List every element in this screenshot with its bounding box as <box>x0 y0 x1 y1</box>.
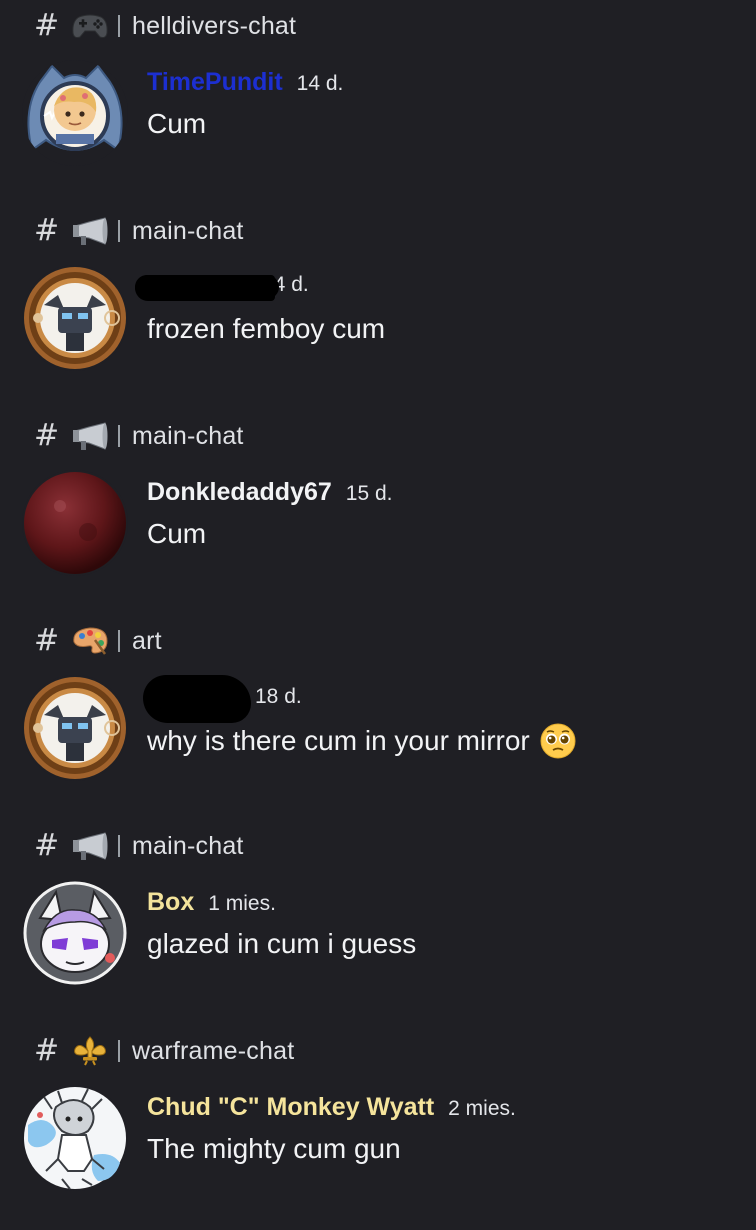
message-text: why is there cum in your mirror <box>147 725 530 756</box>
loudspeaker-icon <box>70 213 110 249</box>
channel-link[interactable]: # main-chat <box>34 828 244 864</box>
hashtag-icon: # <box>34 828 60 863</box>
channel-name: main-chat <box>132 216 244 245</box>
separator <box>118 425 120 447</box>
separator <box>118 630 120 652</box>
avatar[interactable] <box>22 675 128 781</box>
timestamp: 1 mies. <box>208 892 276 915</box>
message-header: 18 d. <box>255 685 302 719</box>
message-text: Cum <box>147 108 207 139</box>
message-content: frozen femboy cum <box>147 313 385 345</box>
message-content: Cum <box>147 108 206 140</box>
avatar[interactable] <box>22 1085 128 1191</box>
avatar[interactable] <box>22 880 128 986</box>
hashtag-icon: # <box>34 213 60 248</box>
message-content: glazed in cum i guess <box>147 928 416 960</box>
separator <box>118 220 120 242</box>
separator <box>118 15 120 37</box>
fleur-de-lis-icon <box>70 1033 110 1069</box>
loudspeaker-icon <box>70 828 110 864</box>
avatar[interactable] <box>22 60 128 166</box>
channel-link[interactable]: # warframe-chat <box>34 1033 294 1069</box>
separator <box>118 835 120 857</box>
message-text: frozen femboy cum <box>147 313 386 344</box>
hashtag-icon: # <box>34 1033 60 1068</box>
username[interactable]: Donkledaddy67 <box>147 478 332 507</box>
channel-link[interactable]: # helldivers-chat <box>34 8 296 44</box>
channel-link[interactable]: # main-chat <box>34 213 244 249</box>
message-header: Chud "C" Monkey Wyatt 2 mies. <box>147 1093 516 1127</box>
avatar[interactable] <box>22 470 128 576</box>
message-text: glazed in cum i guess <box>147 928 417 959</box>
redaction-overlay <box>135 275 279 299</box>
timestamp: 15 d. <box>345 482 393 505</box>
search-result-item[interactable]: # main-chat <box>0 205 756 410</box>
search-result-item[interactable]: # main-chat <box>0 410 756 615</box>
hashtag-icon: # <box>34 418 60 453</box>
channel-name: warframe-chat <box>132 1036 295 1065</box>
video-game-controller-icon <box>70 8 110 44</box>
channel-link[interactable]: # art <box>34 623 162 659</box>
channel-name: helldivers-chat <box>132 11 297 40</box>
message-text: The mighty cum gun <box>147 1133 401 1164</box>
message-content: Cum <box>147 518 206 550</box>
channel-name: art <box>132 626 162 655</box>
channel-link[interactable]: # main-chat <box>34 418 244 454</box>
username[interactable]: TimePundit <box>147 68 283 97</box>
channel-name: main-chat <box>132 421 244 450</box>
message-text: Cum <box>147 518 207 549</box>
channel-name: main-chat <box>132 831 244 860</box>
redaction-overlay <box>143 675 251 723</box>
search-result-item[interactable]: # art 18 d. why is there cum in your mir… <box>0 615 756 820</box>
message-header: Donkledaddy67 15 d. <box>147 478 393 512</box>
search-result-item[interactable]: # warframe-chat Chud "C" Monkey Wyatt 2 … <box>0 1025 756 1230</box>
loudspeaker-icon <box>70 418 110 454</box>
message-content: The mighty cum gun <box>147 1133 401 1165</box>
search-result-item[interactable]: # main-chat Box 1 mies. glazed in cum i … <box>0 820 756 1025</box>
timestamp: 14 d. <box>296 72 344 95</box>
avatar[interactable] <box>22 265 128 371</box>
timestamp: 18 d. <box>255 685 302 708</box>
message-header: Box 1 mies. <box>147 888 276 922</box>
username[interactable]: Chud "C" Monkey Wyatt <box>147 1093 434 1122</box>
search-result-item[interactable]: # helldivers-chat TimePundit 14 d. Cum <box>0 0 756 205</box>
pleading-face-emoji <box>540 723 576 759</box>
username[interactable]: Box <box>147 888 194 917</box>
hashtag-icon: # <box>34 8 60 43</box>
hashtag-icon: # <box>34 623 60 658</box>
message-header: TimePundit 14 d. <box>147 68 343 102</box>
timestamp: 2 mies. <box>448 1097 516 1120</box>
separator <box>118 1040 120 1062</box>
message-content: why is there cum in your mirror <box>147 723 576 759</box>
artist-palette-icon <box>70 623 110 659</box>
